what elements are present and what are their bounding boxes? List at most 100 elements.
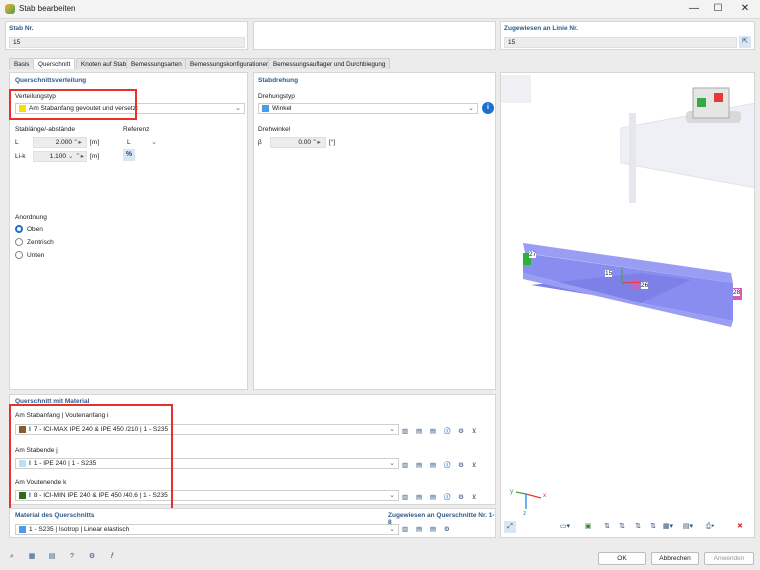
fit-view-icon[interactable]: ⤢ [504, 521, 516, 533]
radio-unten[interactable] [15, 251, 23, 259]
lik-spinner-icon[interactable]: ⌄ ⌃▸ [68, 152, 84, 160]
stabdrehung-panel: Stabdrehung Drehungstyp Winkel ⌄ i Drehw… [253, 72, 496, 390]
beta-value: 0.00 [298, 139, 311, 146]
chevron-down-icon: ⌄ [389, 426, 395, 433]
stab-nr-panel: Stab Nr. 15 [5, 21, 248, 50]
3d-toolbar: ⤢ ▭▾ ▣ ⇅ ⇅ ⇅ ⇅ ▦▾ ▤▾ ⎙▾ ✖ [504, 521, 754, 535]
close-button[interactable]: ✕ [733, 2, 757, 16]
view-y-icon[interactable]: ⇅ [616, 521, 628, 533]
material-select[interactable]: 1 - S235 | Isotrop | Linear elastisch ⌄ [15, 524, 399, 535]
help-icon[interactable]: ? [66, 551, 78, 563]
reset-icon[interactable]: ✖ [734, 521, 746, 533]
units-icon[interactable]: ▦ [26, 551, 38, 563]
window-title: Stab bearbeiten [19, 4, 76, 13]
view-cube-face-x [714, 93, 723, 102]
chevron-down-icon: ⌄ [389, 526, 395, 533]
drehungstyp-label: Drehungstyp [258, 93, 295, 100]
material-actions-icon[interactable]: ▥ ▤ ▤ ⚙ [402, 525, 453, 533]
axis-z-label: z [523, 510, 527, 517]
3d-view[interactable]: 15 27 28 26 x y z ⤢ ▭▾ ▣ ⇅ ⇅ ⇅ ⇅ ▦▾ ▤▾ ⎙… [500, 72, 755, 538]
settings-icon[interactable]: ⚙ [86, 551, 98, 563]
beam-label-15: 15 [605, 270, 613, 277]
tab-bar: Basis Querschnitt Knoten auf Stab Bemess… [9, 58, 509, 69]
ok-button[interactable]: OK [598, 552, 646, 565]
title-bar: Stab bearbeiten — ☐ ✕ [0, 0, 760, 19]
iso-view-icon[interactable]: ⇅ [647, 521, 659, 533]
search-icon[interactable]: ⌕ [6, 551, 18, 563]
tab-basis[interactable]: Basis [9, 58, 35, 69]
stab-nr-field[interactable]: 15 [9, 37, 245, 48]
blue-swatch-icon [19, 525, 26, 533]
l-referenz-select[interactable]: L ⌄ [123, 137, 161, 148]
upper-beam-flange [629, 113, 636, 203]
node-marker-26 [631, 279, 640, 289]
view-x-icon[interactable]: ⇅ [601, 521, 613, 533]
l-referenz-value: L [127, 139, 131, 146]
blue-swatch-icon [262, 104, 269, 112]
select-line-icon[interactable]: ⇱ [739, 36, 751, 48]
chevron-down-icon: ⌄ [389, 460, 395, 467]
lik-unit: [m] [90, 153, 100, 160]
radio-oben[interactable] [15, 225, 23, 233]
mat-title: Material des Querschnitts [15, 512, 95, 519]
material-value: 1 - S235 | Isotrop | Linear elastisch [29, 526, 130, 533]
abbrechen-button[interactable]: Abbrechen [651, 552, 699, 565]
3d-model-svg [501, 75, 754, 509]
info-icon[interactable]: i [482, 102, 494, 114]
footer-bar: ⌕ ▦ ▤ ? ⚙ f OK Abbrechen Anwenden [0, 546, 760, 570]
l-label: L [15, 139, 19, 146]
formula-icon[interactable]: f [106, 551, 118, 563]
l-unit: [m] [90, 139, 100, 146]
anwenden-button[interactable]: Anwenden [704, 552, 754, 565]
drehungstyp-select[interactable]: Winkel ⌄ [258, 103, 478, 114]
view-z-icon[interactable]: ⇅ [632, 521, 644, 533]
tab-bemessungskonfigurationen[interactable]: Bemessungskonfigurationen [185, 58, 275, 69]
tab-bemessungsauflager[interactable]: Bemessungsauflager und Durchbiegung [268, 58, 391, 69]
zugewiesen-linie-label: Zugewiesen an Linie Nr. [504, 25, 579, 32]
drehwinkel-label: Drehwinkel [258, 126, 291, 133]
visibility-icon[interactable]: ▦▾ [662, 521, 674, 533]
render-icon[interactable]: ▣ [582, 521, 594, 533]
beta-label: β [258, 139, 262, 146]
drehungstyp-value: Winkel [272, 105, 292, 112]
percent-button[interactable]: % [123, 149, 135, 161]
anfang-actions-icon[interactable]: ▥ ▤ ▤ ⓘ ⚙ ⊻ [402, 425, 480, 435]
tab-bemessungsarten[interactable]: Bemessungsarten [126, 58, 187, 69]
verteilungstyp-highlight [9, 89, 137, 120]
layers-icon[interactable]: ▤▾ [682, 521, 694, 533]
tab-querschnitt[interactable]: Querschnitt [33, 58, 76, 69]
print-icon[interactable]: ⎙▾ [704, 521, 716, 533]
blank-header-panel [253, 21, 496, 50]
minimize-button[interactable]: — [682, 2, 706, 16]
radio-unten-label: Unten [27, 252, 45, 259]
zugewiesen-linie-field[interactable]: 15 [504, 37, 737, 48]
radio-zentrisch[interactable] [15, 238, 23, 246]
tab-knoten-auf-stab[interactable]: Knoten auf Stab [76, 58, 132, 69]
axis-y-label: y [510, 488, 514, 495]
vouten-actions-icon[interactable]: ▥ ▤ ▤ ⓘ ⚙ ⊻ [402, 491, 480, 501]
display-options-icon[interactable]: ▭▾ [559, 521, 571, 533]
radio-zentrisch-label: Zentrisch [27, 239, 54, 246]
maximize-button[interactable]: ☐ [706, 2, 730, 16]
l-spinner-icon[interactable]: ⌃▸ [73, 138, 82, 146]
axis-global-x [525, 493, 542, 499]
referenz-label: Referenz [123, 126, 150, 133]
material-panel: Material des Querschnitts Zugewiesen an … [9, 508, 496, 538]
node-label-27: 27 [529, 251, 537, 258]
table-icon[interactable]: ▤ [46, 551, 58, 563]
app-icon [5, 4, 15, 14]
chevron-down-icon: ⌄ [389, 492, 395, 499]
stab-nr-label: Stab Nr. [9, 25, 34, 32]
stablaenge-label: Stablänge/-abstände [15, 126, 75, 133]
chevron-down-icon: ⌄ [151, 139, 157, 146]
beta-spinner-icon[interactable]: ⌃▸ [312, 138, 321, 146]
anordnung-label: Anordnung [15, 214, 47, 221]
beta-unit: [°] [329, 139, 336, 146]
l-value: 2.000 [55, 139, 72, 146]
lik-value: 1.100 [49, 153, 66, 160]
radio-oben-label: Oben [27, 226, 43, 233]
ende-actions-icon[interactable]: ▥ ▤ ▤ ⓘ ⚙ ⊻ [402, 459, 480, 469]
node-label-28: 28 [733, 289, 741, 296]
lik-label: Li-k [15, 153, 26, 160]
node-label-26: 26 [641, 282, 649, 289]
